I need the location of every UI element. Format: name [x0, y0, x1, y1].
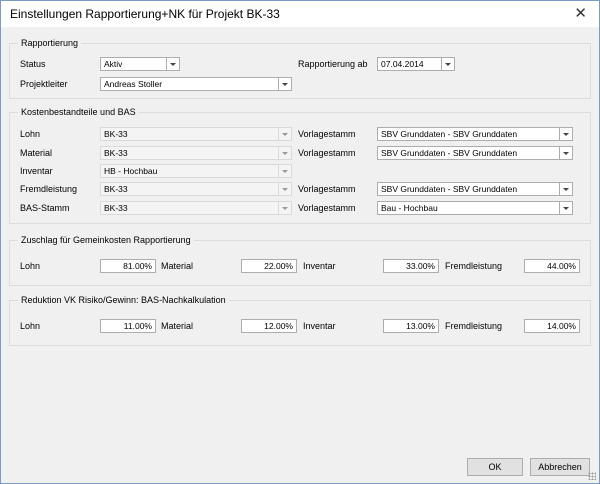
- chevron-down-icon: [278, 147, 291, 159]
- kosten-lohn-label: Lohn: [20, 129, 41, 139]
- chevron-down-icon[interactable]: [559, 202, 572, 214]
- zuschlag-lohn-label: Lohn: [20, 261, 41, 271]
- vorlagestamm-bas-select[interactable]: Bau - Hochbau: [377, 201, 573, 215]
- kosten-material-value: BK-33: [104, 148, 128, 158]
- reduktion-fremdleistung-input[interactable]: 14.00%: [524, 319, 580, 333]
- window-title: Einstellungen Rapportierung+NK für Proje…: [10, 7, 280, 21]
- kosten-inventar-value: HB - Hochbau: [104, 166, 158, 176]
- kosten-lohn-value: BK-33: [104, 129, 128, 139]
- projektleiter-label: Projektleiter: [20, 79, 68, 89]
- chevron-down-icon: [278, 165, 291, 177]
- chevron-down-icon[interactable]: [278, 78, 291, 90]
- zuschlag-fremdleistung-input[interactable]: 44.00%: [524, 259, 580, 273]
- kosten-bas-stamm-label: BAS-Stamm: [20, 203, 70, 213]
- chevron-down-icon[interactable]: [559, 183, 572, 195]
- chevron-down-icon[interactable]: [559, 128, 572, 140]
- vorlagestamm-material-select[interactable]: SBV Grunddaten - SBV Grunddaten: [377, 146, 573, 160]
- kosten-inventar-label: Inventar: [20, 166, 53, 176]
- zuschlag-lohn-input[interactable]: 81.00%: [100, 259, 156, 273]
- reduktion-material-input[interactable]: 12.00%: [241, 319, 297, 333]
- zuschlag-inventar-label: Inventar: [303, 261, 336, 271]
- rapportierung-ab-value: 07.04.2014: [381, 59, 424, 69]
- kosten-material-label: Material: [20, 148, 53, 158]
- group-title-reduktion: Reduktion VK Risiko/Gewinn: BAS-Nachkalk…: [18, 295, 229, 305]
- group-reduktion: Reduktion VK Risiko/Gewinn: BAS-Nachkalk…: [9, 295, 591, 346]
- kosten-bas-stamm-value: BK-33: [104, 203, 128, 213]
- zuschlag-inventar-input[interactable]: 33.00%: [383, 259, 439, 273]
- kosten-inventar-select: HB - Hochbau: [100, 164, 292, 178]
- projektleiter-value: Andreas Stoller: [104, 79, 163, 89]
- reduktion-lohn-input[interactable]: 11.00%: [100, 319, 156, 333]
- zuschlag-material-label: Material: [161, 261, 194, 271]
- chevron-down-icon[interactable]: [166, 58, 179, 70]
- vorlagestamm-bas-label: Vorlagestamm: [298, 203, 356, 213]
- vorlagestamm-fremdleistung-label: Vorlagestamm: [298, 184, 356, 194]
- kosten-fremdleistung-select: BK-33: [100, 182, 292, 196]
- vorlagestamm-material-label: Vorlagestamm: [298, 148, 356, 158]
- close-icon[interactable]: ✕: [574, 4, 587, 22]
- kosten-fremdleistung-value: BK-33: [104, 184, 128, 194]
- zuschlag-fremdleistung-label: Fremdleistung: [445, 261, 503, 271]
- rapportierung-ab-label: Rapportierung ab: [298, 59, 368, 69]
- kosten-lohn-select: BK-33: [100, 127, 292, 141]
- vorlagestamm-fremdleistung-value: SBV Grunddaten - SBV Grunddaten: [381, 184, 518, 194]
- status-label: Status: [20, 59, 46, 69]
- chevron-down-icon[interactable]: [559, 147, 572, 159]
- cancel-button[interactable]: Abbrechen: [530, 458, 590, 476]
- rapportierung-ab-date[interactable]: 07.04.2014: [377, 57, 455, 71]
- ok-button[interactable]: OK: [467, 458, 523, 476]
- group-title-zuschlag: Zuschlag für Gemeinkosten Rapportierung: [18, 235, 194, 245]
- kosten-bas-stamm-select: BK-33: [100, 201, 292, 215]
- vorlagestamm-lohn-label: Vorlagestamm: [298, 129, 356, 139]
- kosten-fremdleistung-label: Fremdleistung: [20, 184, 78, 194]
- projektleiter-select[interactable]: Andreas Stoller: [100, 77, 292, 91]
- dialog-content: Rapportierung Status Aktiv Rapportierung…: [1, 27, 599, 483]
- status-select[interactable]: Aktiv: [100, 57, 180, 71]
- zuschlag-material-input[interactable]: 22.00%: [241, 259, 297, 273]
- chevron-down-icon: [278, 202, 291, 214]
- group-rapportierung: Rapportierung: [9, 38, 591, 99]
- group-title-kosten: Kostenbestandteile und BAS: [18, 107, 139, 117]
- reduktion-lohn-label: Lohn: [20, 321, 41, 331]
- title-bar: Einstellungen Rapportierung+NK für Proje…: [1, 1, 599, 27]
- chevron-down-icon[interactable]: [441, 58, 454, 70]
- vorlagestamm-lohn-value: SBV Grunddaten - SBV Grunddaten: [381, 129, 518, 139]
- vorlagestamm-material-value: SBV Grunddaten - SBV Grunddaten: [381, 148, 518, 158]
- reduktion-fremdleistung-label: Fremdleistung: [445, 321, 503, 331]
- vorlagestamm-fremdleistung-select[interactable]: SBV Grunddaten - SBV Grunddaten: [377, 182, 573, 196]
- kosten-material-select: BK-33: [100, 146, 292, 160]
- vorlagestamm-lohn-select[interactable]: SBV Grunddaten - SBV Grunddaten: [377, 127, 573, 141]
- dialog-window: Einstellungen Rapportierung+NK für Proje…: [0, 0, 600, 484]
- reduktion-material-label: Material: [161, 321, 194, 331]
- resize-grip-icon[interactable]: [588, 472, 596, 480]
- status-value: Aktiv: [104, 59, 123, 69]
- chevron-down-icon: [278, 128, 291, 140]
- reduktion-inventar-input[interactable]: 13.00%: [383, 319, 439, 333]
- reduktion-inventar-label: Inventar: [303, 321, 336, 331]
- vorlagestamm-bas-value: Bau - Hochbau: [381, 203, 438, 213]
- group-zuschlag: Zuschlag für Gemeinkosten Rapportierung: [9, 235, 591, 286]
- group-title-rapportierung: Rapportierung: [18, 38, 82, 48]
- chevron-down-icon: [278, 183, 291, 195]
